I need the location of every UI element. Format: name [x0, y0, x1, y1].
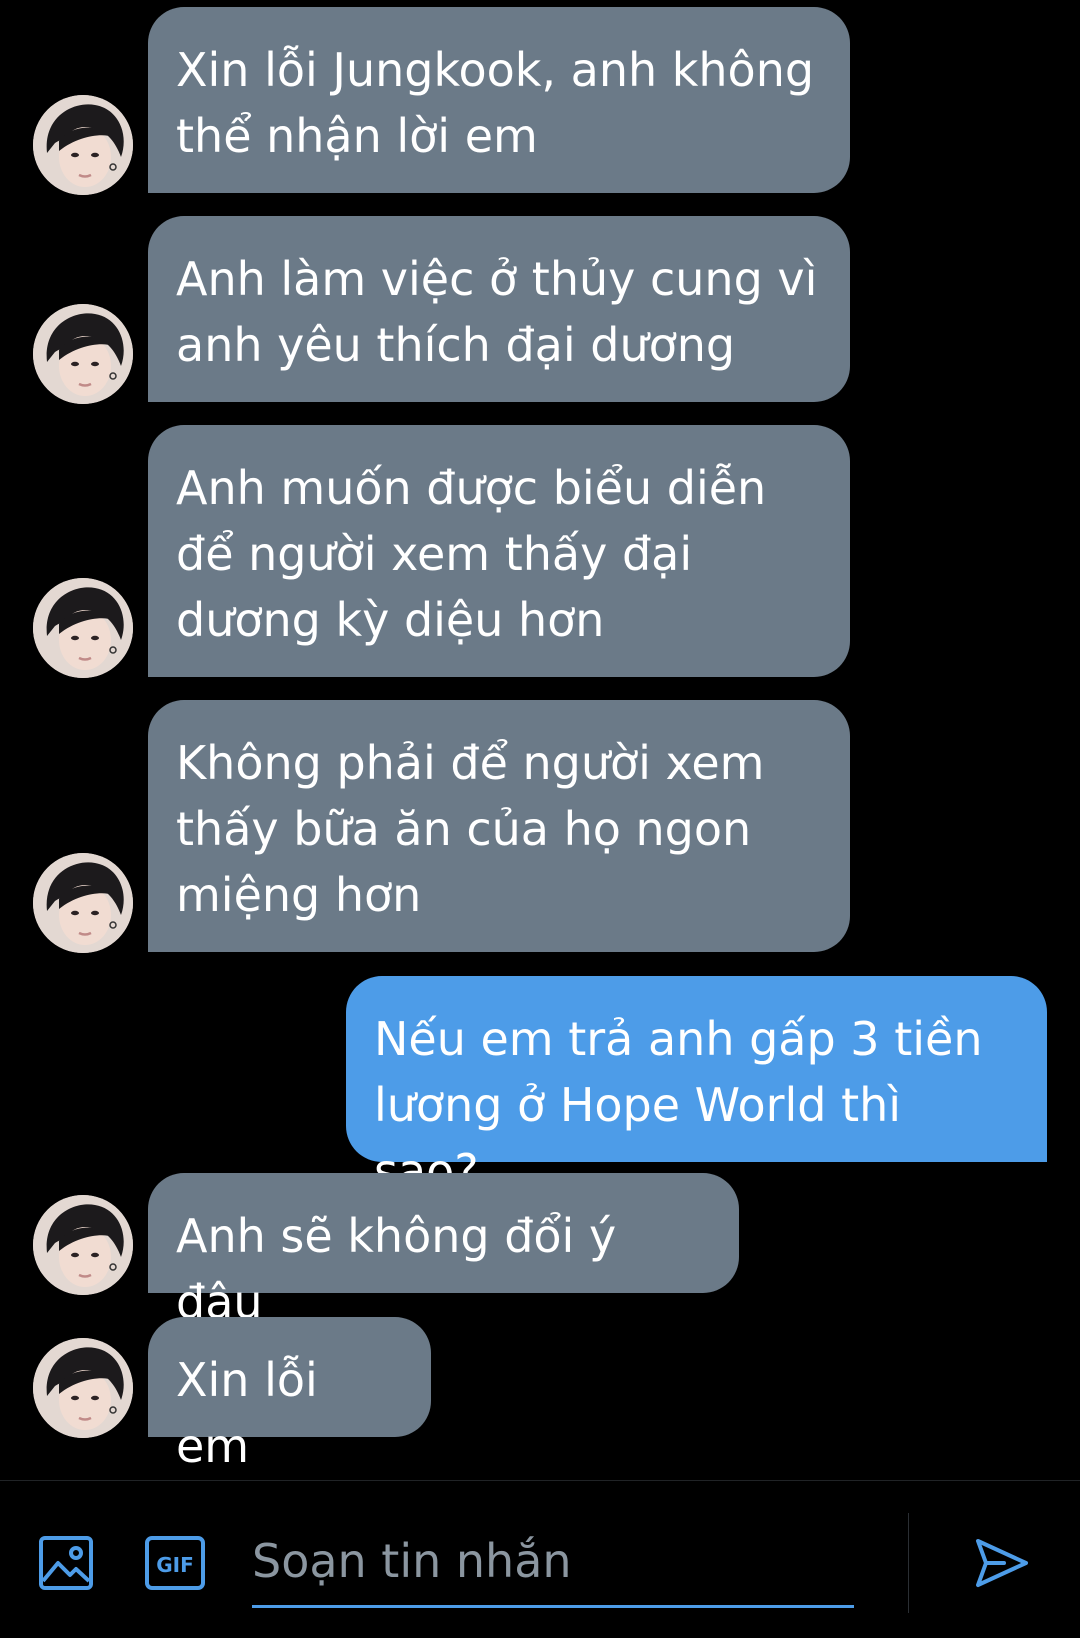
sender-avatar[interactable]	[33, 578, 133, 678]
incoming-message[interactable]: Xin lỗi Jungkook, anh không thể nhận lời…	[148, 7, 850, 193]
send-icon[interactable]	[972, 1533, 1032, 1593]
sender-avatar[interactable]	[33, 1338, 133, 1438]
incoming-message[interactable]: Anh sẽ không đổi ý đâu	[148, 1173, 739, 1329]
sender-avatar[interactable]	[33, 95, 133, 195]
message-composer: GIF	[0, 1480, 1080, 1638]
avatar-image	[33, 578, 133, 678]
incoming-message[interactable]: Không phải để người xem thấy bữa ăn của …	[148, 700, 850, 952]
avatar-image	[33, 304, 133, 404]
sender-avatar[interactable]	[33, 1195, 133, 1295]
incoming-message[interactable]: Anh muốn được biểu diễn để người xem thấ…	[148, 425, 850, 677]
sender-avatar[interactable]	[33, 304, 133, 404]
incoming-message[interactable]: Anh làm việc ở thủy cung vì anh yêu thíc…	[148, 216, 850, 402]
sender-avatar[interactable]	[33, 853, 133, 953]
message-list: Xin lỗi Jungkook, anh không thể nhận lời…	[0, 0, 1080, 1480]
compose-message-input[interactable]	[252, 1517, 854, 1608]
incoming-message[interactable]: Xin lỗi em	[148, 1317, 431, 1473]
avatar-image	[33, 1338, 133, 1438]
avatar-image	[33, 1195, 133, 1295]
composer-divider	[908, 1513, 909, 1613]
outgoing-message[interactable]: Nếu em trả anh gấp 3 tiền lương ở Hope W…	[346, 976, 1047, 1198]
avatar-image	[33, 853, 133, 953]
avatar-image	[33, 95, 133, 195]
svg-text:GIF: GIF	[156, 1553, 194, 1577]
image-icon[interactable]	[38, 1535, 94, 1591]
gif-icon[interactable]: GIF	[144, 1535, 206, 1591]
